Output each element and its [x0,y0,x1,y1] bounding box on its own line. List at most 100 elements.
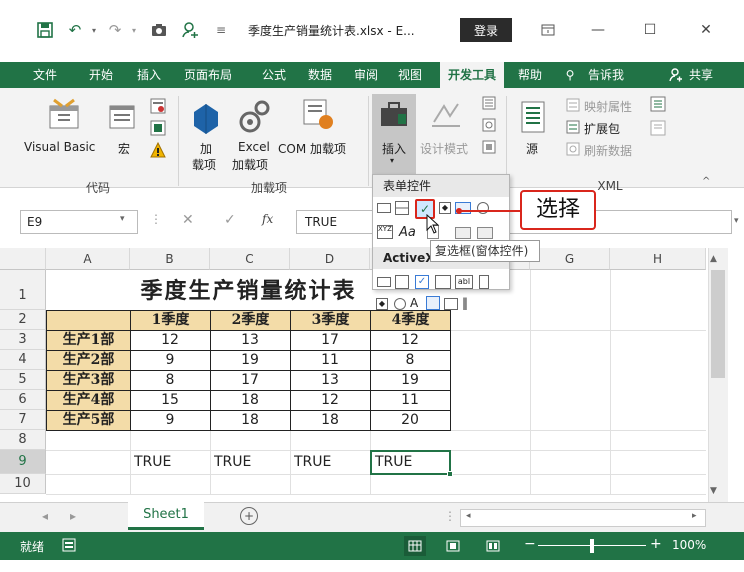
value-cell[interactable]: 20 [370,411,450,430]
scroll-right-icon[interactable]: ▸ [692,511,697,521]
row-header[interactable]: 9 [0,450,46,474]
department-cell[interactable]: 生产4部 [47,391,130,410]
macro-record-icon[interactable] [62,538,76,555]
excel-addins-button[interactable]: Excel [238,140,270,154]
undo-dropdown-icon[interactable]: ▾ [88,18,100,42]
header-cell[interactable]: 3季度 [291,311,370,330]
row-header[interactable]: 7 [0,410,46,430]
value-cell[interactable]: 13 [290,371,370,390]
close-icon[interactable]: ✕ [686,18,726,42]
tab-insert[interactable]: 插入 [128,62,170,88]
true-cell[interactable]: TRUE [134,454,208,472]
addins-button[interactable]: 加 [200,140,212,157]
zoom-level[interactable]: 100% [672,538,706,552]
tab-data[interactable]: 数据 [300,62,340,88]
tab-file[interactable]: 文件 [22,62,68,88]
value-cell[interactable]: 9 [130,411,210,430]
share-person-icon[interactable] [668,62,684,88]
cancel-formula-icon[interactable]: ✕ [182,212,194,228]
visual-basic-icon[interactable] [44,96,84,135]
value-cell[interactable]: 19 [370,371,450,390]
search-icon[interactable]: ⚲ [562,62,578,88]
row-header[interactable]: 1 [0,270,46,310]
value-cell[interactable]: 18 [290,411,370,430]
header-cell[interactable]: 4季度 [371,311,450,330]
department-cell[interactable]: 生产5部 [47,411,130,430]
ax-image-icon[interactable] [426,296,440,310]
tab-view[interactable]: 视图 [390,62,430,88]
value-cell[interactable]: 19 [210,351,290,370]
excel-addins-icon[interactable] [238,96,272,137]
header-cell[interactable] [47,311,130,330]
ax-option-icon[interactable] [394,298,406,310]
ax-more-controls-icon[interactable]: ‖ [462,296,468,310]
column-header[interactable]: H [610,248,706,270]
true-cell[interactable]: TRUE [294,454,368,472]
value-cell[interactable]: 8 [370,351,450,370]
label-control-icon[interactable]: Aa [399,225,416,240]
active-cell[interactable]: TRUE [370,450,451,475]
ax-button-icon[interactable] [377,277,391,287]
scroll-down-icon[interactable]: ▼ [710,486,717,496]
expand-formula-icon[interactable]: ▾ [734,216,739,226]
row-header[interactable]: 4 [0,350,46,370]
value-cell[interactable]: 17 [210,371,290,390]
refresh-data-button[interactable]: 刷新数据 [584,142,632,159]
row-header[interactable]: 10 [0,474,46,494]
export-xml-icon[interactable] [650,120,666,139]
value-cell[interactable]: 17 [290,331,370,350]
zoom-in-icon[interactable]: + [650,536,662,552]
column-header[interactable]: A [46,248,130,270]
normal-view-icon[interactable] [404,536,426,556]
design-mode-button[interactable]: 设计模式 [420,140,468,157]
combo-list-icon[interactable] [477,227,493,239]
macros-icon[interactable] [108,102,138,135]
addins-icon[interactable] [190,98,222,137]
header-cell[interactable]: 2季度 [211,311,290,330]
ax-textbox-icon[interactable]: abl [455,275,473,289]
row-header[interactable]: 3 [0,330,46,350]
source-button[interactable]: 源 [526,140,538,157]
ax-toggle-icon[interactable] [444,298,458,310]
ax-scrollbar-icon[interactable] [479,275,489,289]
value-cell[interactable]: 18 [210,411,290,430]
collapse-ribbon-icon[interactable]: ^ [702,176,710,187]
department-cell[interactable]: 生产3部 [47,371,130,390]
ax-listbox-icon[interactable] [435,275,451,289]
row-header[interactable]: 6 [0,390,46,410]
sheet-tab-sheet1[interactable]: Sheet1 [128,502,204,530]
scroll-left-icon[interactable]: ◂ [466,511,471,521]
macros-button[interactable]: 宏 [118,140,130,157]
row-header[interactable]: 2 [0,310,46,330]
ax-combo-icon[interactable] [395,275,409,289]
expansion-packs-button[interactable]: 扩展包 [584,120,620,137]
row-header[interactable]: 5 [0,370,46,390]
camera-icon[interactable] [148,18,170,42]
next-sheet-icon[interactable]: ▸ [70,509,76,523]
share-button[interactable]: 共享 [684,62,718,88]
value-cell[interactable]: 12 [130,331,210,350]
macro-security-icon[interactable] [150,141,166,161]
true-cell[interactable]: TRUE [214,454,288,472]
zoom-out-icon[interactable]: − [524,536,536,552]
column-header[interactable]: D [290,248,370,270]
properties-icon[interactable] [482,96,496,113]
insert-function-icon[interactable]: fx [262,212,273,226]
value-cell[interactable]: 8 [130,371,210,390]
ax-label-icon[interactable]: A [410,296,418,310]
tab-formulas[interactable]: 公式 [254,62,294,88]
run-dialog-icon[interactable] [482,140,496,157]
vertical-scroll-thumb[interactable] [711,270,725,378]
page-layout-view-icon[interactable] [446,540,460,555]
value-cell[interactable]: 11 [290,351,370,370]
tab-developer[interactable]: 开发工具 [440,62,504,88]
value-cell[interactable]: 12 [290,391,370,410]
save-icon[interactable] [34,18,56,42]
ribbon-display-icon[interactable] [528,18,568,42]
value-cell[interactable]: 12 [370,331,450,350]
zoom-slider-thumb[interactable] [590,539,594,553]
com-addins-button[interactable]: COM 加载项 [278,140,346,157]
view-code-icon[interactable] [482,118,496,135]
import-xml-icon[interactable] [650,96,666,115]
tab-split-grip-icon[interactable]: ⋮ [444,509,456,523]
